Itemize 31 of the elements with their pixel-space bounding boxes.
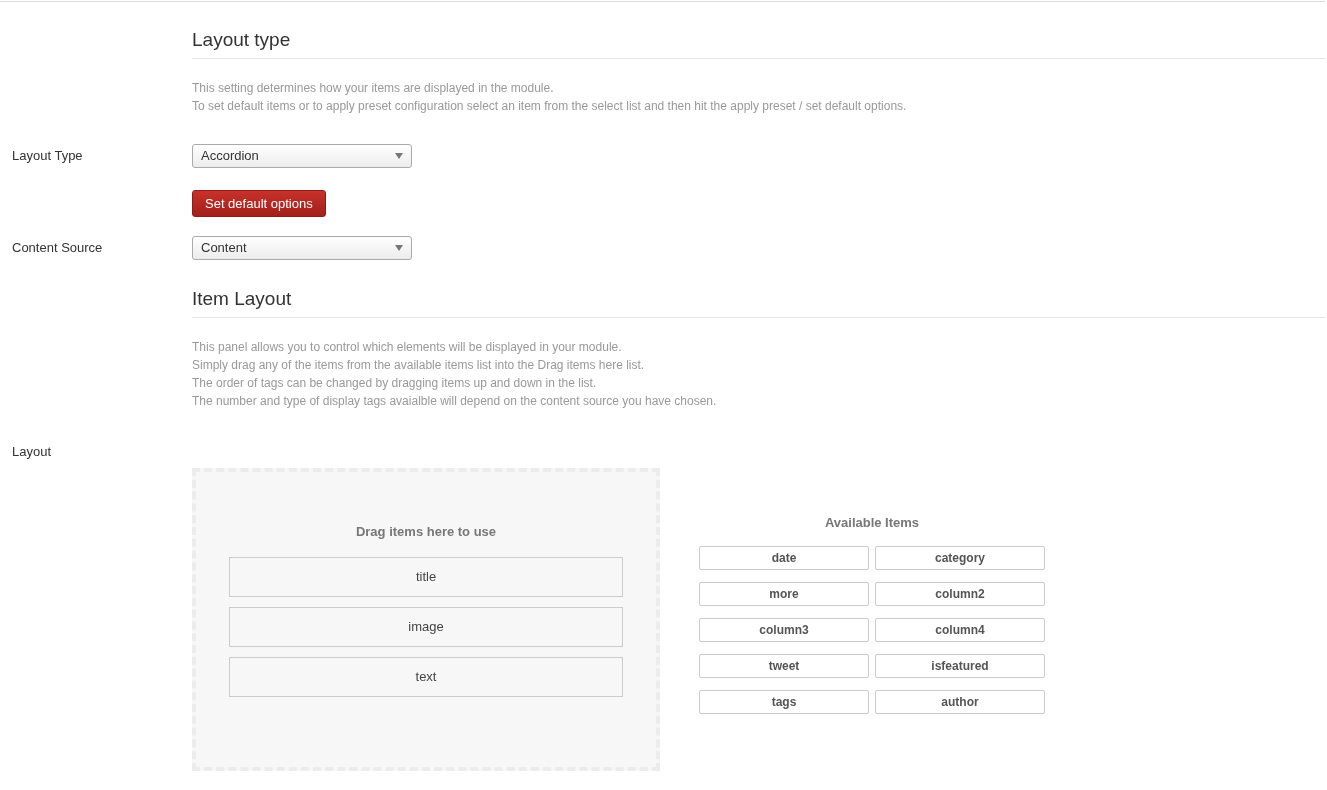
section-heading: Item Layout: [192, 287, 293, 311]
available-item[interactable]: column2: [875, 581, 1045, 606]
drop-zone-title: Drag items here to use: [355, 523, 497, 541]
available-items-title: Available Items: [824, 514, 920, 532]
available-item[interactable]: column3: [699, 617, 869, 642]
description-text: To set default items or to apply preset configuration select an item from the select list and then hit the apply preset / set default options.: [192, 98, 907, 115]
available-item[interactable]: more: [699, 581, 869, 606]
description-text: The order of tags can be changed by dragging items up and down in the list.: [192, 375, 597, 392]
layout-item[interactable]: text: [229, 656, 623, 697]
section-heading: Layout type: [192, 28, 292, 52]
available-item[interactable]: column4: [875, 617, 1045, 642]
field-label: Content Source: [12, 239, 104, 258]
available-item[interactable]: isfeatured: [875, 653, 1045, 678]
layout-item[interactable]: title: [229, 556, 623, 597]
set-default-options-button[interactable]: Set default options: [192, 190, 326, 217]
available-item[interactable]: tags: [699, 689, 869, 714]
field-label: Layout Type: [12, 147, 84, 166]
dropdown-caret-icon: [395, 153, 403, 159]
dropdown-caret-icon: [395, 245, 403, 251]
available-item[interactable]: author: [875, 689, 1045, 714]
available-item[interactable]: category: [875, 545, 1045, 570]
select-field[interactable]: Accordion: [192, 144, 412, 168]
description-text: This panel allows you to control which elements will be displayed in your module.: [192, 339, 622, 356]
description-text: Simply drag any of the items from the available items list into the Drag items here list.: [192, 357, 645, 374]
layout-item[interactable]: image: [229, 606, 623, 647]
description-text: This setting determines how your items are displayed in the module.: [192, 80, 554, 97]
description-text: The number and type of display tags avaialble will depend on the content source you have chosen.: [192, 393, 717, 410]
available-item[interactable]: tweet: [699, 653, 869, 678]
available-item[interactable]: date: [699, 545, 869, 570]
field-label: Layout: [12, 444, 52, 460]
select-field[interactable]: Content: [192, 236, 412, 260]
